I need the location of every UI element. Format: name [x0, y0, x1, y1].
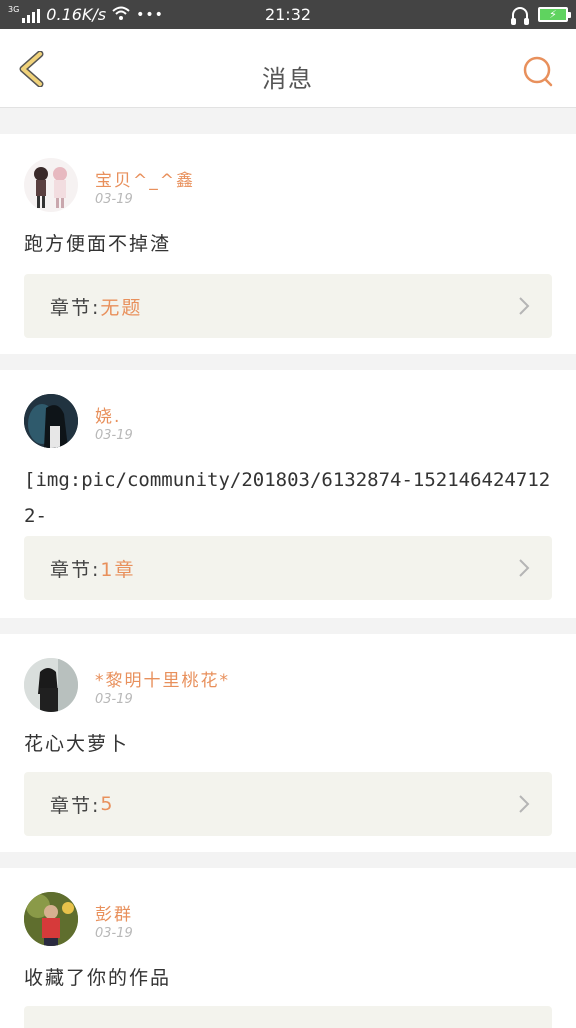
message-date: 03-19	[95, 926, 133, 941]
network-type: 3G	[8, 5, 20, 14]
avatar[interactable]	[24, 394, 78, 448]
chapter-link[interactable]: 章节: 1章	[24, 536, 552, 600]
avatar[interactable]	[24, 658, 78, 712]
battery-charging-icon: ⚡	[538, 7, 571, 22]
chevron-right-icon	[519, 795, 530, 813]
chapter-link[interactable]: 章节: 无题	[24, 274, 552, 338]
search-icon	[523, 56, 553, 87]
chapter-label: 章节:	[50, 558, 101, 581]
chapter-value: 无题	[100, 296, 143, 319]
search-button[interactable]	[522, 55, 554, 87]
header-bar: 消息	[0, 29, 576, 108]
signal-icon	[22, 7, 41, 23]
message-card: 娆. 03-19 [img:pic/community/201803/61328…	[0, 370, 576, 618]
username[interactable]: 娆.	[95, 402, 121, 427]
username[interactable]: *黎明十里桃花*	[95, 666, 230, 691]
username[interactable]: 彭群	[95, 900, 133, 925]
message-card: 彭群 03-19 收藏了你的作品	[0, 868, 576, 1028]
message-card: 宝贝^_^鑫 03-19 跑方便面不掉渣 章节: 无题	[0, 134, 576, 354]
avatar[interactable]	[24, 892, 78, 946]
message-date: 03-19	[95, 192, 133, 207]
message-card: *黎明十里桃花* 03-19 花心大萝卜 章节: 5	[0, 634, 576, 852]
message-content: 花心大萝卜	[24, 733, 130, 755]
chapter-link[interactable]	[24, 1006, 552, 1028]
chevron-right-icon	[519, 297, 530, 315]
more-notifications-icon: •••	[136, 6, 164, 23]
chapter-label: 章节:	[50, 794, 101, 817]
message-content: [img:pic/community/201803/6132874-152146…	[24, 469, 551, 527]
message-date: 03-19	[95, 428, 133, 443]
chapter-value: 1章	[100, 558, 136, 581]
chapter-link[interactable]: 章节: 5	[24, 772, 552, 836]
avatar[interactable]	[24, 158, 78, 212]
message-content: 跑方便面不掉渣	[24, 233, 172, 255]
username[interactable]: 宝贝^_^鑫	[95, 166, 195, 191]
chapter-label: 章节:	[50, 296, 101, 319]
chevron-right-icon	[519, 559, 530, 577]
wifi-icon	[112, 6, 130, 24]
message-content: 收藏了你的作品	[24, 967, 172, 989]
chapter-value: 5	[100, 793, 115, 815]
page-title: 消息	[262, 65, 314, 93]
message-date: 03-19	[95, 692, 133, 707]
headset-icon	[511, 6, 529, 25]
status-bar: 3G 0.16K/s ••• 21:32 ⚡	[0, 0, 576, 29]
network-speed: 0.16K/s	[46, 5, 107, 24]
